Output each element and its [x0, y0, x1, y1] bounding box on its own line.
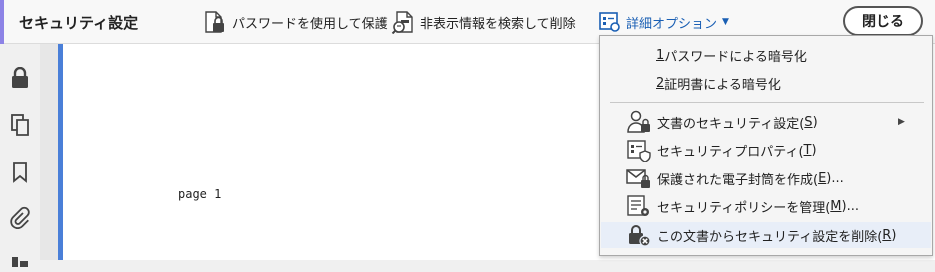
accent-bar	[0, 0, 4, 44]
paperclip-icon[interactable]	[9, 205, 31, 229]
left-rail	[0, 44, 40, 267]
menu-item-label: 文書のセキュリティ設定(	[657, 116, 805, 132]
envelope-lock-icon	[626, 169, 650, 188]
chevron-down-icon: ▼	[722, 17, 729, 27]
layers-icon[interactable]	[9, 248, 31, 272]
menu-item-label: セキュリティプロパティ(	[657, 144, 804, 160]
menu-item-label: 保護された電子封筒を作成(	[657, 172, 819, 188]
menu-separator	[610, 102, 924, 103]
menu-item-certificate-encryption[interactable]: 2 証明書による暗号化	[601, 70, 931, 96]
menu-item-label: 証明書による暗号化	[664, 77, 781, 93]
advanced-options-menu: 1 パスワードによる暗号化 2 証明書による暗号化 文書のセキュリティ設定(S)…	[599, 35, 933, 256]
menu-item-secure-envelope[interactable]: 保護された電子封筒を作成(E)...	[601, 165, 931, 191]
close-button[interactable]: 閉じる	[843, 6, 923, 36]
menu-item-accelerator: E	[818, 170, 827, 186]
menu-item-label-tail: )	[811, 142, 817, 158]
advanced-options-button[interactable]: 詳細オプション ▼	[599, 9, 729, 35]
menu-item-accelerator: S	[804, 114, 813, 130]
encrypt-with-password-button[interactable]: パスワードを使用して保護	[203, 9, 388, 35]
menu-item-label: パスワードによる暗号化	[664, 49, 807, 65]
policy-gear-icon	[627, 195, 649, 216]
tool-title: セキュリティ設定	[19, 14, 139, 32]
menu-item-label: セキュリティポリシーを管理(	[657, 200, 831, 216]
redact-search-icon	[391, 11, 413, 34]
menu-item-label-tail: )...	[826, 170, 844, 186]
bookmark-icon[interactable]	[9, 160, 31, 184]
menu-item-label-tail: )...	[841, 198, 859, 214]
menu-item-accelerator: M	[830, 198, 842, 214]
menu-item-security-properties[interactable]: セキュリティプロパティ(T)	[601, 137, 931, 163]
menu-item-accelerator: R	[882, 227, 892, 243]
properties-shield-icon	[627, 140, 651, 162]
submenu-arrow-icon: ▶	[898, 117, 905, 127]
user-lock-icon	[627, 110, 650, 133]
menu-item-password-encryption[interactable]: 1 パスワードによる暗号化	[601, 42, 931, 68]
advanced-options-label: 詳細オプション	[626, 16, 718, 32]
menu-item-accelerator: 1	[656, 47, 665, 63]
search-and-redact-label: 非表示情報を検索して削除	[420, 16, 576, 32]
advanced-options-icon	[599, 12, 620, 32]
menu-item-accelerator: T	[803, 142, 812, 158]
lock-icon[interactable]	[9, 66, 31, 90]
menu-item-label-tail: )	[891, 227, 897, 243]
copy-pages-icon[interactable]	[9, 113, 31, 137]
menu-item-label-tail: )	[812, 114, 818, 130]
menu-item-document-security-settings[interactable]: 文書のセキュリティ設定(S) ▶	[601, 109, 931, 135]
menu-item-label: この文書からセキュリティ設定を削除(	[657, 229, 883, 245]
menu-item-manage-security-policies[interactable]: セキュリティポリシーを管理(M)...	[601, 193, 931, 219]
encrypt-with-password-label: パスワードを使用して保護	[232, 16, 388, 32]
menu-item-accelerator: 2	[656, 75, 665, 91]
search-and-redact-button[interactable]: 非表示情報を検索して削除	[391, 9, 576, 35]
menu-item-remove-security[interactable]: この文書からセキュリティ設定を削除(R)	[601, 222, 931, 248]
page-label: page 1	[178, 187, 222, 201]
lock-remove-icon	[629, 225, 651, 247]
lock-document-icon	[205, 11, 224, 33]
